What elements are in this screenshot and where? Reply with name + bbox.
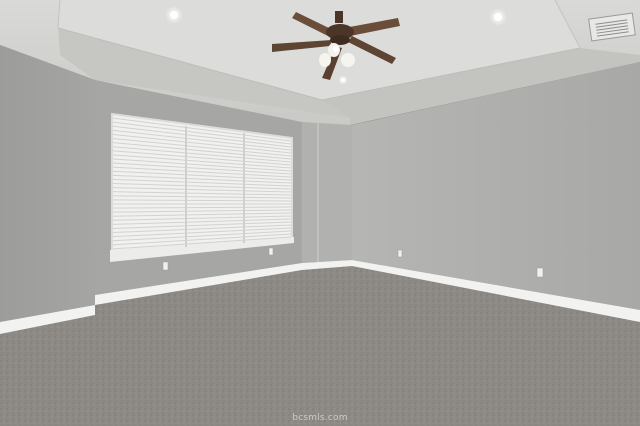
room-photo — [0, 0, 640, 426]
outlet — [268, 247, 274, 256]
recessed-light-center — [338, 75, 348, 85]
watermark-text: bcsmls.com — [292, 413, 348, 423]
window-blinds — [110, 112, 294, 262]
wall-corner — [302, 122, 352, 263]
outlet — [162, 261, 169, 271]
outlet — [397, 249, 403, 258]
left-wall — [0, 45, 95, 322]
recessed-light-right — [489, 8, 507, 26]
recessed-light-left — [165, 6, 183, 24]
outlet — [536, 267, 544, 278]
